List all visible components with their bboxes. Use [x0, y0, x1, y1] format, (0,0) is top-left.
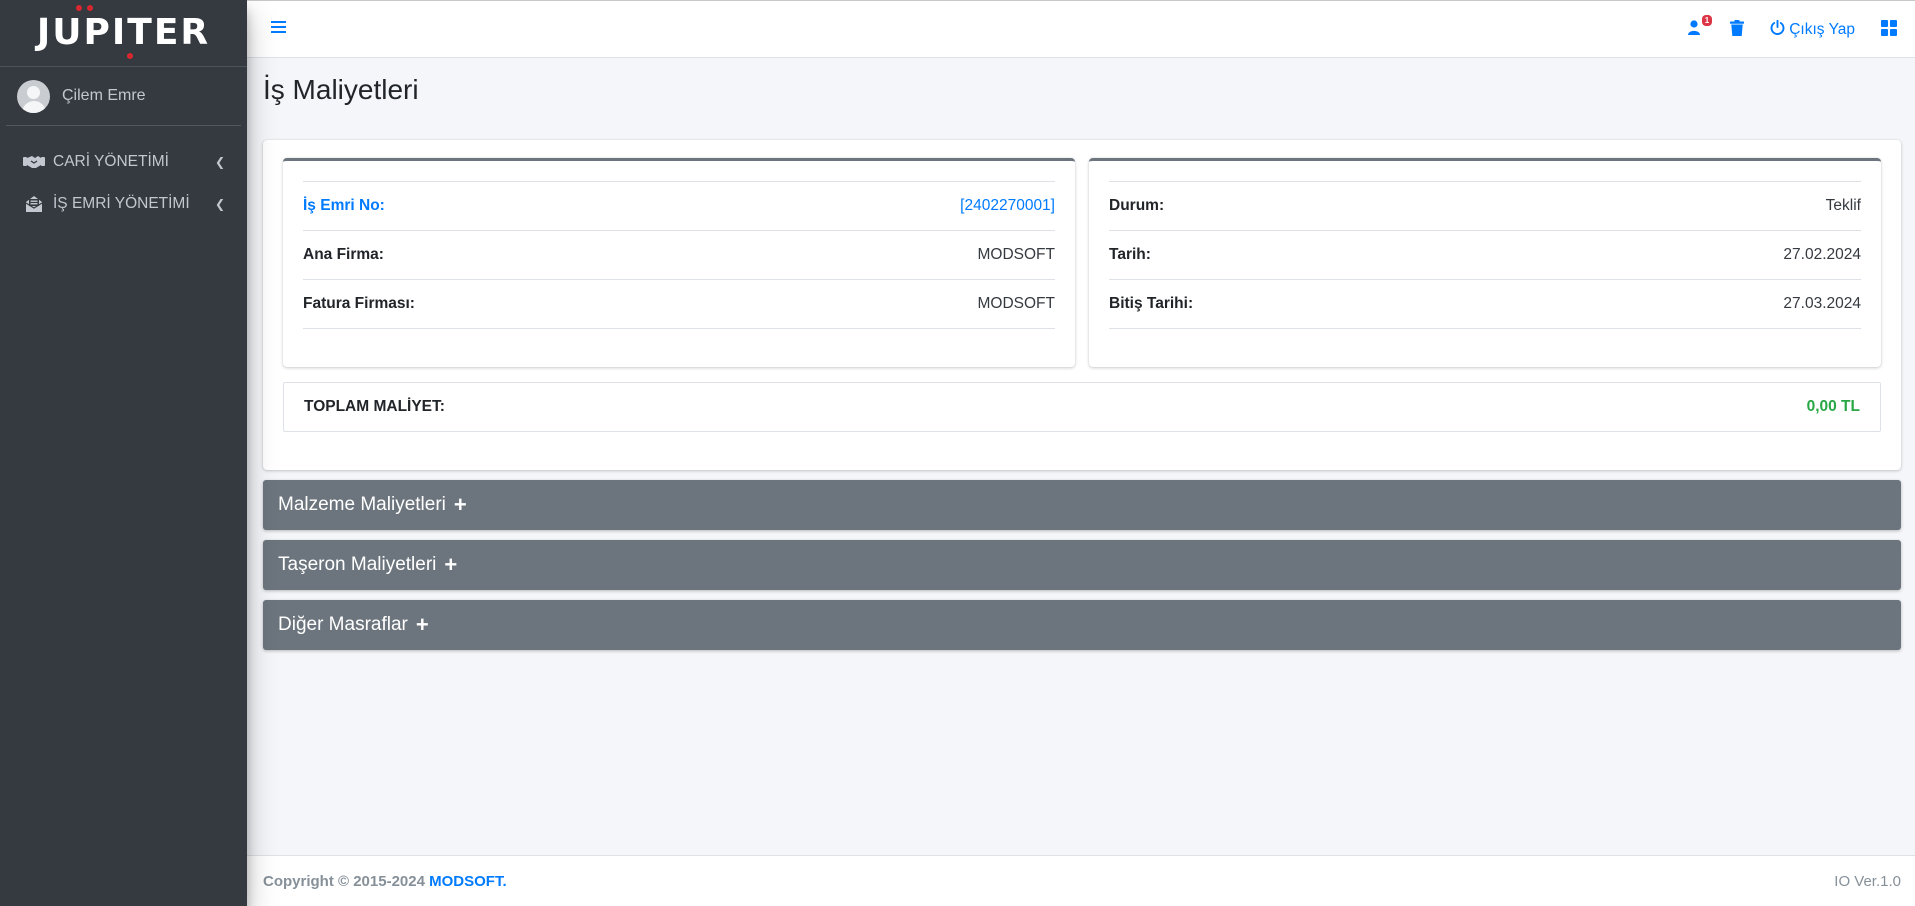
info-label: Tarih:	[1109, 246, 1151, 263]
sidebar-item-is-emri-yonetimi[interactable]: İŞ EMRİ YÖNETİMİ ❮	[0, 183, 247, 225]
trash-button[interactable]	[1730, 19, 1745, 41]
info-label: İş Emri No:	[303, 197, 385, 214]
info-value: Teklif	[1825, 197, 1861, 214]
company-link[interactable]: MODSOFT.	[429, 873, 507, 890]
brand-name: JUPITER	[36, 12, 211, 53]
top-navbar: 1 Çıkış Yap	[247, 0, 1915, 58]
footer: Copyright © 2015-2024 MODSOFT. IO Ver.1.…	[247, 855, 1915, 906]
logout-label: Çıkış Yap	[1789, 21, 1855, 38]
page-title: İş Maliyetleri	[263, 74, 419, 105]
info-label: Durum:	[1109, 197, 1165, 214]
plus-icon[interactable]: +	[416, 614, 429, 636]
sidebar-item-cari-yonetimi[interactable]: CARİ YÖNETİMİ ❮	[0, 141, 247, 183]
logo-dot-right	[86, 5, 93, 11]
version-label: IO Ver.1.0	[1834, 872, 1901, 890]
user-panel[interactable]: Çilem Emre	[6, 67, 241, 126]
total-cost-label: TOPLAM MALİYET:	[304, 398, 445, 415]
work-order-no-link[interactable]: [2402270001]	[960, 197, 1055, 215]
total-cost-value: 0,00 TL	[1806, 398, 1860, 415]
sidebar: JUPITER Çilem Emre CARİ YÖNETİMİ ❮ İŞ EM…	[0, 0, 247, 906]
handshake-icon	[23, 153, 45, 171]
chevron-left-icon: ❮	[214, 155, 225, 169]
plus-icon[interactable]: +	[444, 554, 457, 576]
sidebar-nav: CARİ YÖNETİMİ ❮ İŞ EMRİ YÖNETİMİ ❮	[0, 126, 247, 225]
section-title: Diğer Masraflar	[278, 614, 408, 635]
info-row-work-order-no: İş Emri No: [2402270001]	[303, 182, 1055, 231]
copyright-text: Copyright © 2015-2024	[263, 872, 425, 890]
section-title: Malzeme Maliyetleri	[278, 494, 446, 515]
apps-grid-button[interactable]	[1881, 19, 1897, 41]
content-wrapper: İş Maliyetleri İş Emri No: [2402270001] …	[247, 58, 1915, 856]
logo-dot-bottom	[126, 53, 133, 59]
plus-icon[interactable]: +	[454, 494, 467, 516]
section-subcontractor-costs[interactable]: Taşeron Maliyetleri +	[263, 540, 1901, 590]
sidebar-item-label: CARİ YÖNETİMİ	[53, 153, 169, 170]
trash-icon	[1730, 19, 1745, 41]
info-label: Bitiş Tarihi:	[1109, 295, 1194, 312]
brand-logo: JUPITER	[36, 5, 211, 59]
user-name: Çilem Emre	[62, 87, 146, 104]
total-cost-box: TOPLAM MALİYET: 0,00 TL	[283, 382, 1881, 432]
info-value: 27.02.2024	[1783, 246, 1861, 263]
menu-toggle-icon[interactable]	[271, 18, 291, 38]
power-icon	[1770, 19, 1785, 40]
info-label: Ana Firma:	[303, 246, 384, 263]
info-row-main-company: Ana Firma: MODSOFT	[303, 231, 1055, 280]
info-row-date: Tarih: 27.02.2024	[1109, 231, 1861, 280]
copyright: Copyright © 2015-2024 MODSOFT.	[263, 873, 507, 890]
grid-icon	[1881, 19, 1897, 41]
sidebar-item-label: İŞ EMRİ YÖNETİMİ	[53, 195, 190, 212]
navbar-right: 1 Çıkış Yap	[1688, 1, 1915, 59]
brand[interactable]: JUPITER	[0, 0, 247, 67]
info-value: 27.03.2024	[1783, 295, 1861, 312]
envelope-open-icon	[23, 195, 45, 213]
info-row-status: Durum: Teklif	[1109, 182, 1861, 231]
info-value: MODSOFT	[977, 295, 1056, 312]
notifications-button[interactable]: 1	[1688, 15, 1713, 40]
info-label: Fatura Firması:	[303, 295, 415, 312]
section-material-costs[interactable]: Malzeme Maliyetleri +	[263, 480, 1901, 530]
status-info-card: Durum: Teklif Tarih: 27.02.2024 Bitiş Ta…	[1089, 158, 1881, 367]
logo-dot-left	[75, 5, 82, 11]
section-other-expenses[interactable]: Diğer Masraflar +	[263, 600, 1901, 650]
avatar	[17, 79, 50, 113]
logout-button[interactable]: Çıkış Yap	[1770, 19, 1855, 40]
section-title: Taşeron Maliyetleri	[278, 554, 437, 575]
chevron-left-icon: ❮	[214, 197, 225, 211]
summary-card: İş Emri No: [2402270001] Ana Firma: MODS…	[263, 140, 1901, 470]
info-value: MODSOFT	[977, 246, 1056, 263]
info-row-end-date: Bitiş Tarihi: 27.03.2024	[1109, 280, 1861, 329]
notification-badge: 1	[1701, 15, 1713, 26]
work-order-info-card: İş Emri No: [2402270001] Ana Firma: MODS…	[283, 158, 1075, 367]
info-row-invoice-company: Fatura Firması: MODSOFT	[303, 280, 1055, 329]
